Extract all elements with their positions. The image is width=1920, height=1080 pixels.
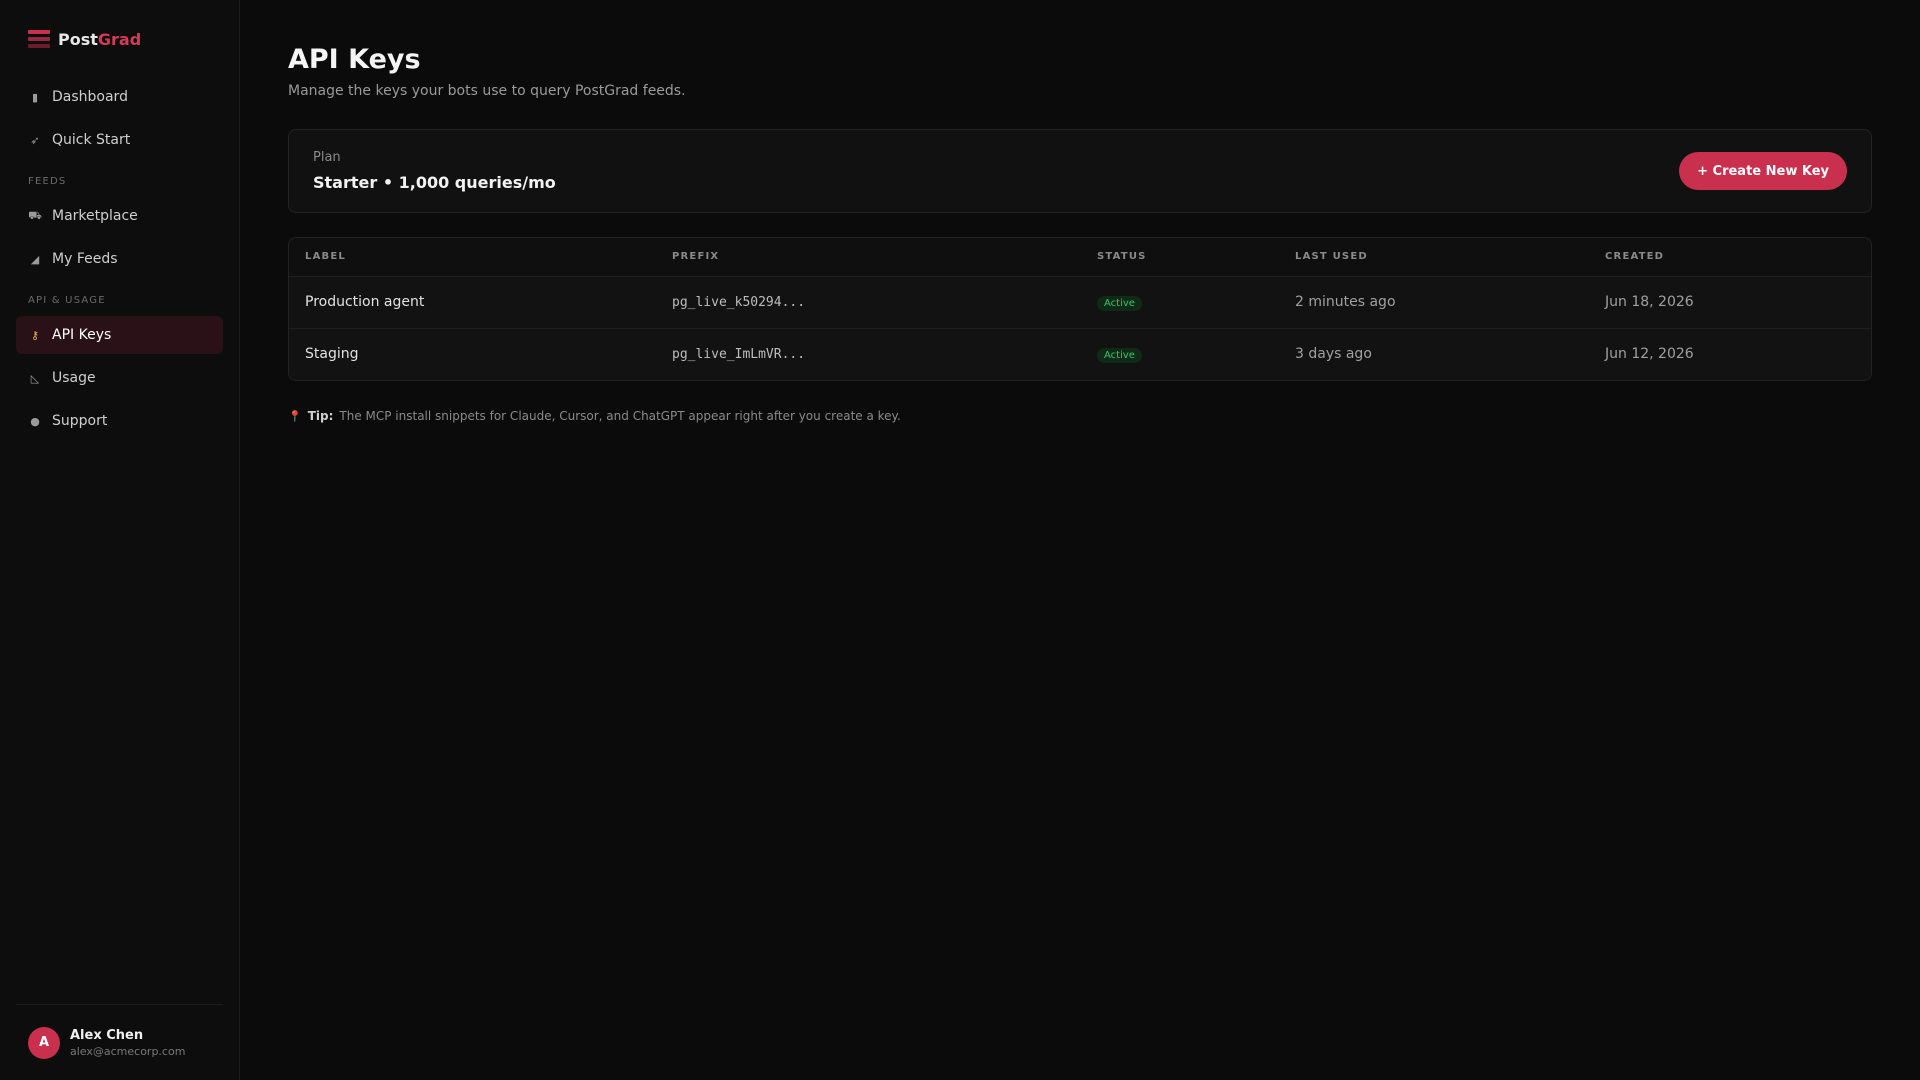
page-subtitle: Manage the keys your bots use to query P… [288,83,686,99]
tip: 📍 Tip: The MCP install snippets for Clau… [288,409,1872,423]
tip-prefix: Tip: [307,409,334,423]
sidebar-item-label: API Keys [52,327,112,343]
key-created: Jun 12, 2026 [1589,328,1871,380]
main-content: API Keys Manage the keys your bots use t… [240,0,1920,1080]
plan-card: Plan Starter • 1,000 queries/mo + Create… [288,129,1872,213]
user-profile[interactable]: A Alex Chen alex@acmecorp.com [16,1004,223,1080]
sidebar-item-api-keys[interactable]: ⚷ API Keys [16,316,223,354]
sidebar: PostGrad ▮ Dashboard ➶ Quick Start FEEDS… [0,0,240,1080]
column-header-created: CREATED [1589,238,1871,277]
sidebar-item-label: Support [52,413,108,429]
api-keys-table: LABEL PREFIX STATUS LAST USED CREATED Pr… [288,237,1872,381]
avatar: A [28,1026,60,1059]
column-header-label: LABEL [289,238,656,277]
logo-icon [28,30,50,48]
app: PostGrad ▮ Dashboard ➶ Quick Start FEEDS… [0,0,1920,1080]
column-header-prefix: PREFIX [656,238,1081,277]
key-icon: ⚷ [30,328,40,342]
user-name: Alex Chen [70,1027,144,1043]
plan-label: Plan [313,150,341,165]
sidebar-item-label: Quick Start [52,132,131,148]
sidebar-item-dashboard[interactable]: ▮ Dashboard [16,78,223,116]
sidebar-item-my-feeds[interactable]: ◢ My Feeds [16,240,223,278]
chat-icon: ● [30,414,40,428]
page-title: API Keys [288,44,421,75]
user-info: Alex Chen alex@acmecorp.com [70,1028,185,1058]
sidebar-item-support[interactable]: ● Support [16,402,223,440]
key-last-used: 2 minutes ago [1279,276,1589,329]
cart-icon: ⛟ [28,208,42,222]
plan-value: Starter • 1,000 queries/mo [313,173,556,192]
sidebar-item-label: Dashboard [52,89,128,105]
key-status-cell: Active [1081,328,1279,380]
key-last-used: 3 days ago [1279,328,1589,380]
plan-info: Plan Starter • 1,000 queries/mo [313,150,556,192]
satellite-icon: ◢ [30,252,40,266]
sidebar-item-usage[interactable]: ◺ Usage [16,359,223,397]
table-row[interactable]: Production agent pg_live_k50294... Activ… [289,276,1871,329]
sidebar-item-marketplace[interactable]: ⛟ Marketplace [16,197,223,235]
column-header-status: STATUS [1081,238,1279,277]
table-header-row: LABEL PREFIX STATUS LAST USED CREATED [289,238,1871,277]
sidebar-item-label: Usage [52,370,96,386]
rocket-icon: ➶ [30,133,40,147]
section-label-feeds: FEEDS [28,176,67,187]
brand-name: PostGrad [58,29,142,49]
bar-chart-icon: ▮ [31,90,39,104]
sidebar-item-label: Marketplace [52,208,138,224]
key-label: Production agent [289,276,656,329]
column-header-last-used: LAST USED [1279,238,1589,277]
status-badge: Active [1097,347,1142,363]
key-created: Jun 18, 2026 [1589,276,1871,329]
status-badge: Active [1097,295,1142,311]
user-email: alex@acmecorp.com [70,1044,186,1058]
pin-icon: 📍 [288,409,302,423]
table-row[interactable]: Staging pg_live_ImLmVR... Active 3 days … [289,328,1871,380]
brand[interactable]: PostGrad [16,20,223,58]
key-prefix: pg_live_k50294... [656,276,1081,329]
sidebar-item-label: My Feeds [52,251,118,267]
key-prefix: pg_live_ImLmVR... [656,328,1081,380]
line-chart-icon: ◺ [30,371,40,385]
key-status-cell: Active [1081,276,1279,329]
keys-table: LABEL PREFIX STATUS LAST USED CREATED Pr… [289,238,1871,380]
tip-text: The MCP install snippets for Claude, Cur… [339,409,901,423]
key-label: Staging [289,328,656,380]
create-new-key-button[interactable]: + Create New Key [1679,152,1847,190]
sidebar-item-quick-start[interactable]: ➶ Quick Start [16,121,223,159]
section-label-api-usage: API & USAGE [28,295,106,306]
